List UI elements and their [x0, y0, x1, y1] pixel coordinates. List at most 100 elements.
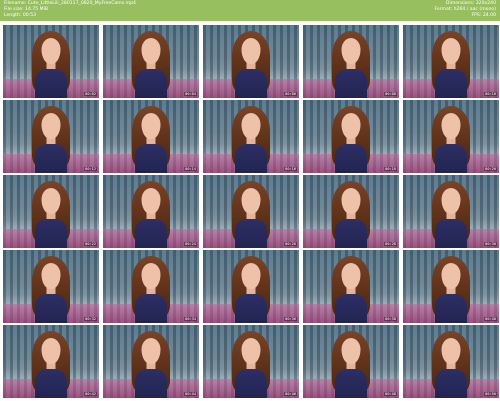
face — [141, 38, 161, 64]
person — [21, 250, 81, 323]
person — [21, 100, 81, 173]
person — [321, 250, 381, 323]
person — [121, 250, 181, 323]
video-thumbnail[interactable]: 00:38 — [303, 250, 399, 323]
timestamp-label: 00:36 — [284, 317, 297, 321]
top — [435, 369, 467, 398]
video-thumbnail[interactable]: 00:04 — [103, 25, 199, 98]
face — [441, 113, 461, 139]
person — [321, 325, 381, 398]
video-thumbnail[interactable]: 00:24 — [103, 175, 199, 248]
video-thumbnail[interactable]: 00:06 — [203, 25, 299, 98]
face — [241, 38, 261, 64]
timestamp-label: 00:44 — [184, 392, 197, 396]
person — [421, 175, 481, 248]
video-thumbnail[interactable]: 00:48 — [303, 325, 399, 398]
timestamp-label: 00:22 — [84, 242, 97, 246]
face — [141, 113, 161, 139]
length-text: Length: 00:53 — [4, 13, 37, 18]
top — [35, 369, 67, 398]
person — [121, 100, 181, 173]
top — [135, 294, 167, 323]
video-thumbnail[interactable]: 00:08 — [303, 25, 399, 98]
face — [441, 338, 461, 364]
top — [435, 144, 467, 173]
face — [241, 188, 261, 214]
timestamp-label: 00:16 — [284, 167, 297, 171]
video-thumbnail[interactable]: 00:34 — [103, 250, 199, 323]
top — [235, 69, 267, 98]
top — [135, 369, 167, 398]
video-thumbnail[interactable]: 00:22 — [3, 175, 99, 248]
person — [221, 250, 281, 323]
video-thumbnail[interactable]: 00:18 — [303, 100, 399, 173]
video-thumbnail[interactable]: 00:26 — [203, 175, 299, 248]
face — [341, 188, 361, 214]
video-thumbnail[interactable]: 00:44 — [103, 325, 199, 398]
timestamp-label: 00:28 — [384, 242, 397, 246]
face — [241, 113, 261, 139]
person — [421, 250, 481, 323]
top — [135, 219, 167, 248]
video-thumbnail[interactable]: 00:50 — [403, 325, 499, 398]
video-thumbnail[interactable]: 00:14 — [103, 100, 199, 173]
person — [321, 175, 381, 248]
timestamp-label: 00:06 — [284, 92, 297, 96]
timestamp-label: 00:26 — [284, 242, 297, 246]
timestamp-label: 00:10 — [484, 92, 497, 96]
video-thumbnail[interactable]: 00:02 — [3, 25, 99, 98]
person — [121, 325, 181, 398]
face — [241, 338, 261, 364]
video-thumbnail[interactable]: 00:46 — [203, 325, 299, 398]
face — [341, 38, 361, 64]
video-thumbnail[interactable]: 00:40 — [403, 250, 499, 323]
face — [341, 338, 361, 364]
person — [21, 25, 81, 98]
thumbnail-grid: 00:02 00:04 00:06 00:08 00:10 00:12 00:1… — [3, 25, 499, 398]
top — [35, 144, 67, 173]
timestamp-label: 00:18 — [384, 167, 397, 171]
video-thumbnail[interactable]: 00:30 — [403, 175, 499, 248]
face — [341, 263, 361, 289]
timestamp-label: 00:14 — [184, 167, 197, 171]
video-thumbnail[interactable]: 00:10 — [403, 25, 499, 98]
top — [335, 294, 367, 323]
timestamp-label: 00:38 — [384, 317, 397, 321]
timestamp-label: 00:46 — [284, 392, 297, 396]
timestamp-label: 00:40 — [484, 317, 497, 321]
fps-text: FPS: 24.00 — [471, 13, 497, 18]
timestamp-label: 00:48 — [384, 392, 397, 396]
timestamp-label: 00:32 — [84, 317, 97, 321]
person — [421, 25, 481, 98]
person — [21, 325, 81, 398]
person — [421, 100, 481, 173]
top — [435, 219, 467, 248]
timestamp-label: 00:02 — [84, 92, 97, 96]
face — [41, 188, 61, 214]
video-thumbnail[interactable]: 00:42 — [3, 325, 99, 398]
top — [35, 294, 67, 323]
timestamp-label: 00:20 — [484, 167, 497, 171]
face — [441, 188, 461, 214]
video-thumbnail[interactable]: 00:20 — [403, 100, 499, 173]
top — [335, 219, 367, 248]
video-thumbnail[interactable]: 00:36 — [203, 250, 299, 323]
person — [421, 325, 481, 398]
video-thumbnail[interactable]: 00:12 — [3, 100, 99, 173]
top — [435, 69, 467, 98]
top — [135, 69, 167, 98]
top — [335, 69, 367, 98]
face — [41, 338, 61, 364]
timestamp-label: 00:42 — [84, 392, 97, 396]
timestamp-label: 00:30 — [484, 242, 497, 246]
person — [121, 175, 181, 248]
top — [435, 294, 467, 323]
top — [35, 219, 67, 248]
video-thumbnail[interactable]: 00:28 — [303, 175, 399, 248]
top — [335, 144, 367, 173]
face — [41, 263, 61, 289]
face — [441, 38, 461, 64]
person — [321, 100, 381, 173]
video-thumbnail[interactable]: 00:32 — [3, 250, 99, 323]
video-thumbnail[interactable]: 00:16 — [203, 100, 299, 173]
